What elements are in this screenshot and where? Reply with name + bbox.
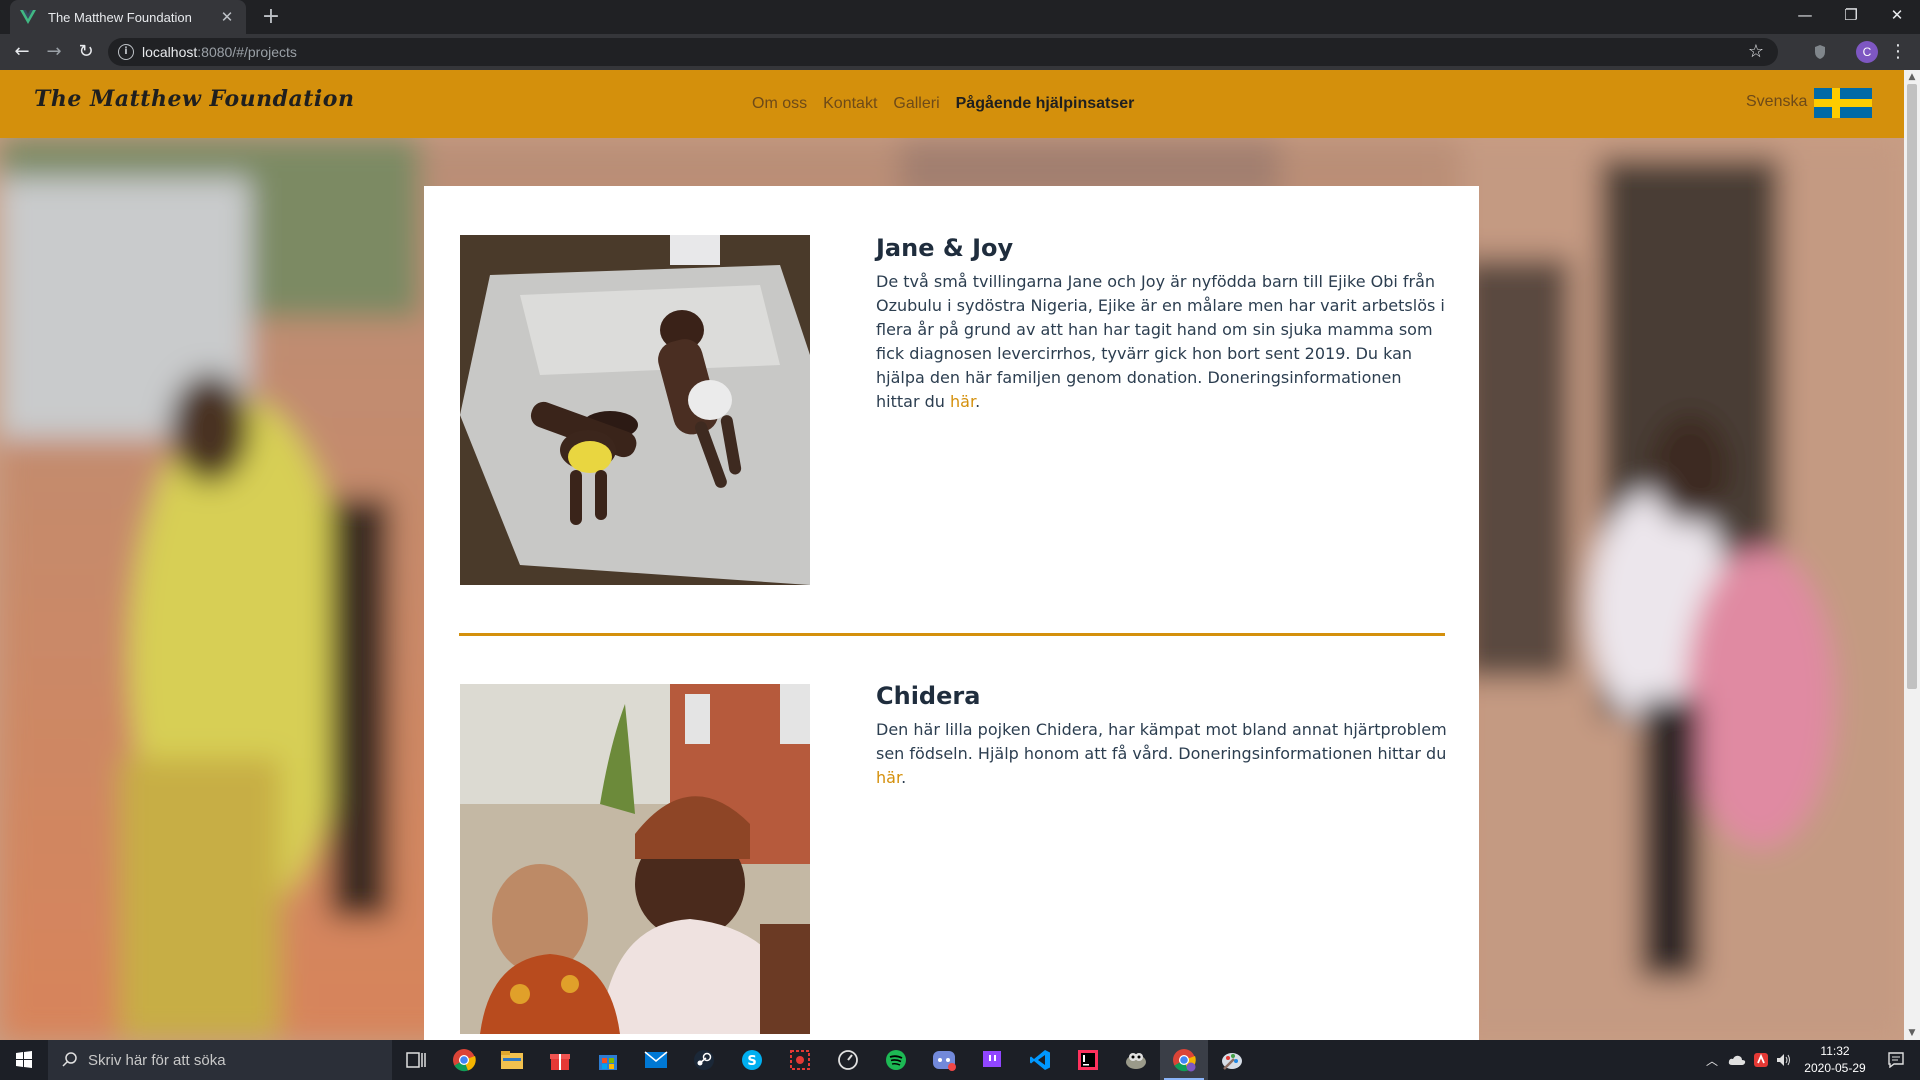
site-brand[interactable]: The Matthew Foundation [34, 86, 354, 112]
snipping-tool-icon[interactable] [776, 1040, 824, 1080]
skype-icon[interactable]: S [728, 1040, 776, 1080]
page-scrollbar[interactable]: ▲ ▼ [1904, 70, 1920, 1040]
microsoft-store-icon[interactable] [584, 1040, 632, 1080]
tab-close-icon[interactable]: ✕ [218, 8, 236, 26]
language-label[interactable]: Svenska [1746, 93, 1807, 111]
forward-button[interactable]: → [40, 39, 68, 65]
clock-date: 2020-05-29 [1804, 1061, 1866, 1075]
nav-link-om-oss[interactable]: Om oss [752, 95, 807, 113]
search-placeholder: Skriv här för att söka [88, 1051, 226, 1069]
taskbar-search[interactable]: Skriv här för att söka [48, 1040, 392, 1080]
main-nav: Om oss Kontakt Galleri Pågående hjälpins… [752, 95, 1134, 113]
new-tab-button[interactable]: + [258, 4, 284, 30]
scroll-up-arrow-icon[interactable]: ▲ [1904, 70, 1920, 84]
windows-taskbar: Skriv här för att söka S ︿ 11:32 2020-05… [0, 1040, 1920, 1080]
extension-icon[interactable] [1810, 42, 1830, 62]
site-info-icon[interactable]: i [118, 44, 134, 60]
search-icon [62, 1052, 77, 1067]
mail-icon[interactable] [632, 1040, 680, 1080]
gift-icon[interactable] [536, 1040, 584, 1080]
project-title-chidera: Chidera [876, 682, 981, 710]
donation-link-jane-joy[interactable]: här [950, 392, 975, 411]
browser-toolbar: ← → ↻ i localhost:8080/#/projects ☆ [0, 34, 1920, 70]
notifications-icon[interactable] [1876, 1040, 1916, 1080]
projects-card: Jane & Joy De två små tvillingarna Jane … [424, 186, 1479, 1040]
project-text-jane-joy: De två små tvillingarna Jane och Joy är … [876, 270, 1448, 414]
antivirus-icon[interactable] [1750, 1040, 1772, 1080]
project-divider [459, 633, 1445, 636]
url-host: localhost [142, 44, 198, 60]
taskbar-clock[interactable]: 11:32 2020-05-29 [1795, 1043, 1875, 1077]
spotify-icon[interactable] [872, 1040, 920, 1080]
nav-link-kontakt[interactable]: Kontakt [823, 95, 877, 113]
window-minimize-button[interactable]: — [1782, 0, 1828, 34]
intellij-icon[interactable] [1064, 1040, 1112, 1080]
page-viewport: The Matthew Foundation Om oss Kontakt Ga… [0, 70, 1904, 1040]
speedometer-icon[interactable] [824, 1040, 872, 1080]
discord-icon[interactable] [920, 1040, 968, 1080]
window-close-button[interactable]: ✕ [1874, 0, 1920, 34]
gimp-icon[interactable] [1112, 1040, 1160, 1080]
show-hidden-icons-chevron-icon[interactable]: ︿ [1700, 1040, 1724, 1080]
task-view-icon[interactable] [392, 1040, 440, 1080]
clock-time: 11:32 [1820, 1044, 1850, 1058]
url-path: :8080/#/projects [197, 44, 297, 60]
project-text-chidera: Den här lilla pojken Chidera, har kämpat… [876, 718, 1448, 790]
address-bar[interactable]: i localhost:8080/#/projects ☆ [108, 38, 1778, 66]
chrome-active-icon[interactable] [1160, 1040, 1208, 1080]
nav-link-galleri[interactable]: Galleri [893, 95, 939, 113]
chrome-icon[interactable] [440, 1040, 488, 1080]
scrollbar-thumb[interactable] [1907, 84, 1917, 689]
project-description: Den här lilla pojken Chidera, har kämpat… [876, 720, 1447, 763]
bookmark-star-icon[interactable]: ☆ [1748, 41, 1764, 62]
onedrive-cloud-icon[interactable] [1726, 1040, 1748, 1080]
paint-icon[interactable] [1208, 1040, 1256, 1080]
twitch-icon[interactable] [968, 1040, 1016, 1080]
browser-tab[interactable]: The Matthew Foundation ✕ [10, 0, 246, 34]
reload-button[interactable]: ↻ [72, 39, 100, 65]
vscode-icon[interactable] [1016, 1040, 1064, 1080]
svg-text:S: S [747, 1054, 756, 1069]
site-header: The Matthew Foundation Om oss Kontakt Ga… [0, 70, 1904, 138]
tab-title: The Matthew Foundation [48, 9, 192, 25]
sentence-end: . [901, 768, 907, 787]
nav-link-pagaende-hjalpinsatser[interactable]: Pågående hjälpinsatser [956, 95, 1135, 113]
project-description: De två små tvillingarna Jane och Joy är … [876, 272, 1445, 411]
back-button[interactable]: ← [8, 39, 36, 65]
scroll-down-arrow-icon[interactable]: ▼ [1904, 1026, 1920, 1040]
project-title-jane-joy: Jane & Joy [876, 234, 1014, 262]
browser-tab-strip: The Matthew Foundation ✕ + — ❐ ✕ [0, 0, 1920, 34]
file-explorer-icon[interactable] [488, 1040, 536, 1080]
browser-menu-icon[interactable]: ⋮ [1888, 40, 1908, 64]
profile-avatar[interactable]: C [1856, 41, 1878, 63]
sentence-end: . [975, 392, 981, 411]
steam-icon[interactable] [680, 1040, 728, 1080]
project-photo-jane-joy [460, 235, 810, 585]
window-restore-button[interactable]: ❐ [1828, 0, 1874, 34]
project-photo-chidera [460, 684, 810, 1034]
vue-logo-icon [20, 10, 36, 24]
volume-icon[interactable] [1774, 1040, 1794, 1080]
windows-start-icon[interactable] [0, 1040, 48, 1080]
swedish-flag-icon[interactable] [1814, 88, 1872, 118]
donation-link-chidera[interactable]: här [876, 768, 901, 787]
address-url[interactable]: localhost:8080/#/projects [142, 44, 297, 60]
